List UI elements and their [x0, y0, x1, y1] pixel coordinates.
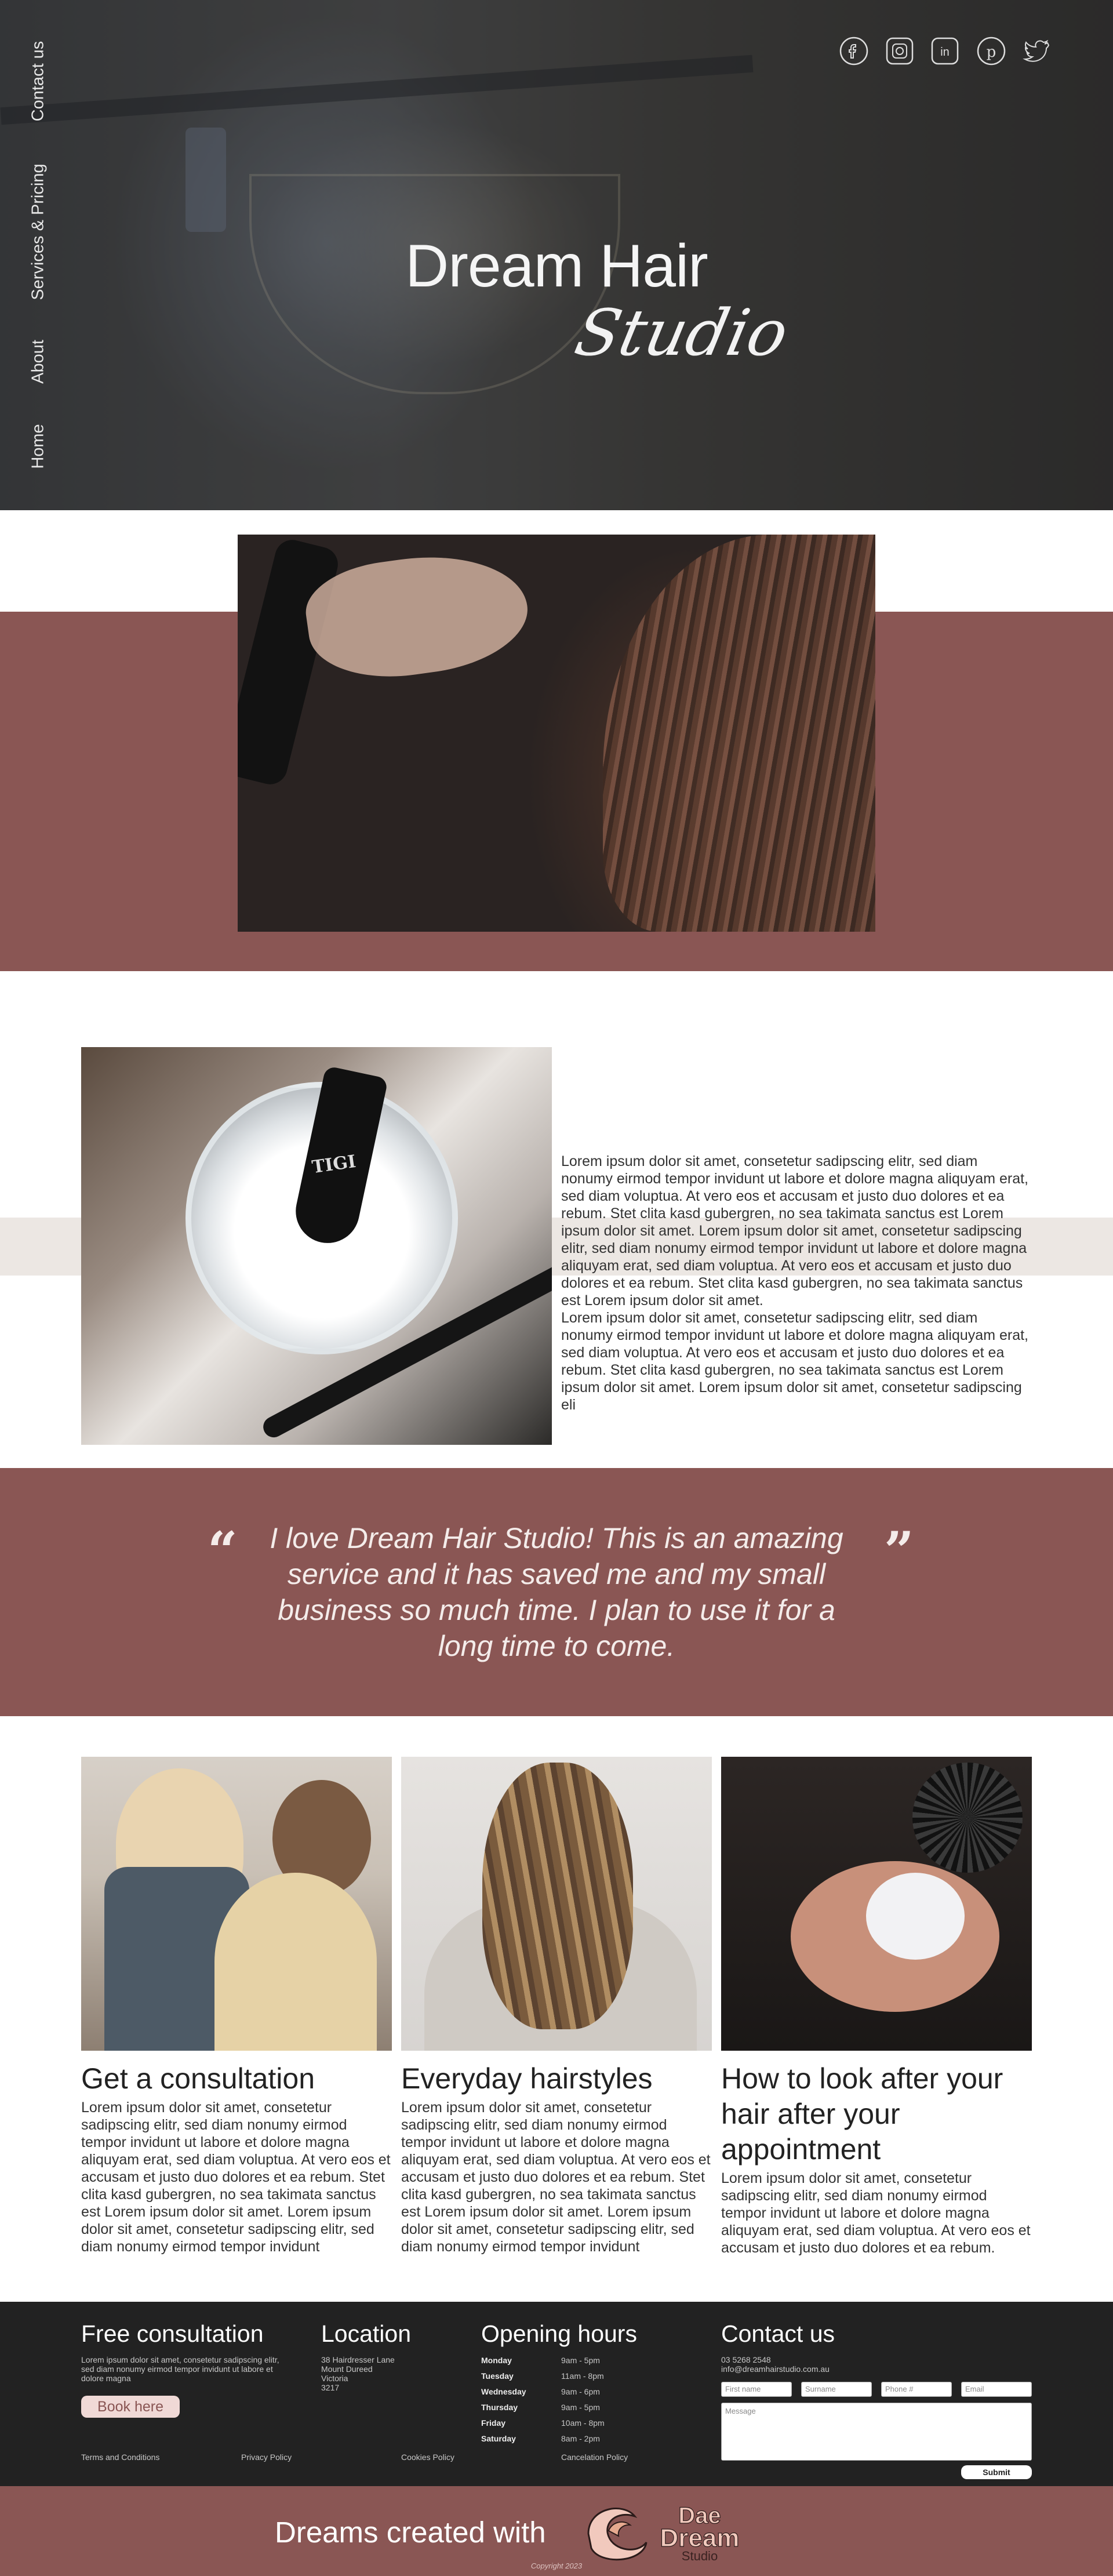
message-field[interactable]: Message	[721, 2403, 1032, 2461]
card-everyday-hairstyles[interactable]: Everyday hairstyles Lorem ipsum dolor si…	[401, 1757, 712, 2255]
hours-heading: Opening hours	[481, 2320, 637, 2347]
privacy-link[interactable]: Privacy Policy	[241, 2453, 292, 2462]
linkedin-icon[interactable]: in	[930, 36, 960, 66]
svg-text:in: in	[940, 46, 950, 59]
contact-heading: Contact us	[721, 2320, 835, 2347]
book-here-button[interactable]: Book here	[81, 2396, 180, 2418]
pinterest-icon[interactable]: p	[976, 36, 1006, 66]
about-paragraph-2: Lorem ipsum dolor sit amet, consetetur s…	[561, 1310, 1028, 1413]
hours-row: Friday 10am - 8pm	[481, 2418, 605, 2428]
address-line: 38 Hairdresser Lane	[321, 2355, 395, 2364]
about-paragraph: Lorem ipsum dolor sit amet, consetetur s…	[561, 1153, 1028, 1309]
hours-row: Wednesday 9am - 6pm	[481, 2387, 600, 2396]
address: 38 Hairdresser Lane Mount Dureed Victori…	[321, 2355, 395, 2392]
card-hair-aftercare[interactable]: How to look after your hair after your a…	[721, 1757, 1032, 2257]
hours-row: Monday 9am - 5pm	[481, 2356, 600, 2365]
first-name-field[interactable]: First name	[721, 2382, 792, 2397]
card-consultation[interactable]: Get a consultation Lorem ipsum dolor sit…	[81, 1757, 392, 2255]
hours-row: Tuesday 11am - 8pm	[481, 2371, 604, 2381]
facebook-icon[interactable]	[839, 36, 869, 66]
terms-link[interactable]: Terms and Conditions	[81, 2453, 159, 2462]
surname-field[interactable]: Surname	[801, 2382, 872, 2397]
open-quote-icon: “	[208, 1520, 238, 1582]
credit-text: Dreams created with	[275, 2516, 546, 2549]
about-paragraph-block: Lorem ipsum dolor sit amet, consetetur s…	[561, 1153, 1032, 1414]
submit-button[interactable]: Submit	[961, 2465, 1032, 2479]
location-heading: Location	[321, 2320, 412, 2347]
brand-title: Dream Hair Studio	[0, 232, 1113, 370]
hair-dryer-shape	[238, 536, 342, 789]
svg-text:Dream: Dream	[660, 2524, 740, 2552]
contact-details: 03 5268 2548 info@dreamhairstudio.com.au	[721, 2355, 830, 2374]
copyright: Copyright 2023	[530, 2562, 583, 2570]
card-body: Lorem ipsum dolor sit amet, consetetur s…	[81, 2099, 391, 2255]
email-field[interactable]: Email	[961, 2382, 1032, 2397]
footer: Free consultation Lorem ipsum dolor sit …	[0, 2302, 1113, 2486]
logo-mark-icon: Dae Dream Studio	[587, 2502, 740, 2563]
address-line: Mount Dureed	[321, 2364, 373, 2374]
site-subtitle: Studio	[569, 296, 795, 370]
twitter-icon[interactable]	[1020, 36, 1050, 66]
consult-heading: Free consultation	[81, 2320, 264, 2347]
hero-belt-shape	[0, 55, 754, 125]
dae-dream-studio-logo[interactable]: Dae Dream Studio	[577, 2499, 762, 2564]
card-title: Everyday hairstyles	[401, 2062, 653, 2095]
instagram-icon[interactable]	[885, 36, 915, 66]
cookies-link[interactable]: Cookies Policy	[401, 2453, 454, 2462]
cancelation-link[interactable]: Cancelation Policy	[561, 2453, 628, 2462]
consult-text: Lorem ipsum dolor sit amet, consetetur s…	[81, 2355, 279, 2383]
nav-contact-us[interactable]: Contact us	[29, 41, 48, 122]
close-quote-icon: ”	[884, 1520, 914, 1582]
card-title: How to look after your hair after your a…	[721, 2062, 1003, 2166]
hair-styling-photo	[238, 535, 875, 932]
contact-phone: 03 5268 2548	[721, 2355, 771, 2364]
testimonial-text: I love Dream Hair Studio! This is an ama…	[270, 1522, 843, 1662]
hair-dye-photo: TIGI	[81, 1047, 552, 1445]
testimonial-section: I love Dream Hair Studio! This is an ama…	[0, 1468, 1113, 1716]
hours-row: Thursday 9am - 5pm	[481, 2403, 600, 2412]
hours-list: Monday 9am - 5pm Tuesday 11am - 8pm Wednes…	[481, 2353, 605, 2447]
address-line: 3217	[321, 2383, 340, 2392]
hair-product-photo	[721, 1757, 1032, 2051]
phone-field[interactable]: Phone #	[881, 2382, 952, 2397]
hours-row: Saturday 8am - 2pm	[481, 2434, 600, 2443]
site-title: Dream Hair	[405, 232, 708, 300]
hero-belt-loop	[186, 128, 226, 232]
nav-home[interactable]: Home	[29, 424, 48, 468]
address-line: Victoria	[321, 2374, 348, 2383]
card-title: Get a consultation	[81, 2062, 315, 2095]
contact-email: info@dreamhairstudio.com.au	[721, 2364, 830, 2374]
card-body: Lorem ipsum dolor sit amet, consetetur s…	[401, 2099, 711, 2255]
hairstyle-photo	[401, 1757, 712, 2051]
nav-about[interactable]: About	[29, 340, 48, 384]
card-body: Lorem ipsum dolor sit amet, consetetur s…	[721, 2170, 1031, 2256]
svg-text:p: p	[987, 43, 996, 61]
salon-photo	[81, 1757, 392, 2051]
hair-shape	[603, 535, 875, 932]
credit-bar: Dreams created with Dae Dream Studio Cop…	[0, 2486, 1113, 2576]
